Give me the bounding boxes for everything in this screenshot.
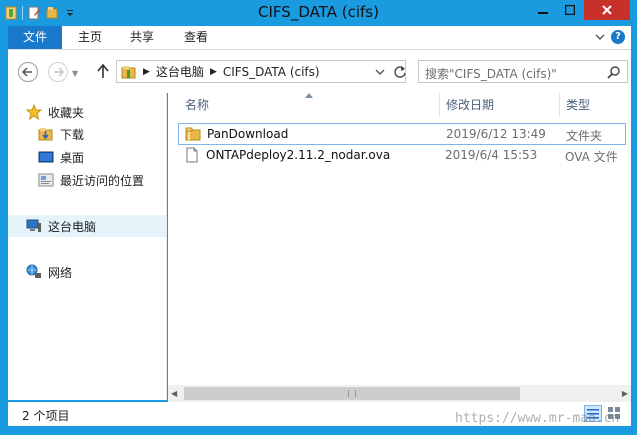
minimize-icon	[538, 12, 548, 14]
minimize-button[interactable]	[530, 0, 556, 20]
network-icon	[26, 264, 41, 278]
maximize-button[interactable]	[557, 0, 583, 20]
computer-icon	[26, 219, 41, 232]
close-button[interactable]	[584, 0, 630, 20]
search-placeholder: 搜索"CIFS_DATA (cifs)"	[425, 67, 557, 81]
address-dropdown-icon[interactable]	[375, 67, 385, 77]
breadcrumb-chevron-icon[interactable]: ▶	[143, 67, 150, 77]
nav-item-desktop[interactable]: 桌面	[38, 146, 84, 168]
watermark-text: https://www.mr-mao.cn	[455, 411, 620, 426]
recent-locations-dropdown-icon[interactable]: ▼	[72, 69, 78, 78]
tab-file[interactable]: 文件	[8, 26, 62, 49]
help-icon[interactable]: ?	[611, 30, 625, 44]
item-count: 2 个项目	[22, 409, 70, 423]
scroll-left-icon[interactable]: ◀	[171, 389, 177, 398]
back-button[interactable]	[18, 62, 38, 82]
address-box[interactable]: ▶ 这台电脑 ▶ CIFS_DATA (cifs)	[116, 60, 406, 83]
recent-places-icon	[38, 173, 54, 187]
breadcrumb-chevron-icon[interactable]: ▶	[210, 67, 217, 77]
file-type: OVA 文件	[565, 150, 618, 164]
nav-item-downloads[interactable]: 下载	[38, 123, 84, 145]
refresh-icon[interactable]	[393, 64, 407, 80]
expand-ribbon-chevron-icon[interactable]	[595, 32, 605, 42]
file-name: PanDownload	[207, 127, 289, 141]
search-icon[interactable]	[607, 65, 621, 79]
desktop-icon	[38, 151, 54, 163]
file-date: 2019/6/12 13:49	[446, 127, 546, 141]
file-name: ONTAPdeploy2.11.2_nodar.ova	[206, 148, 391, 162]
file-row[interactable]: PanDownload 2019/6/12 13:49 文件夹	[178, 123, 626, 145]
navigation-bar: ▼ ▶ 这台电脑 ▶ CIFS_DATA (cifs) 搜索"CIFS_DATA…	[8, 50, 631, 93]
close-icon	[602, 5, 612, 15]
scrollbar-thumb[interactable]	[184, 387, 520, 400]
navigation-pane: 收藏夹 下载 桌面 最近访问的位置 这台电脑 网络	[8, 93, 167, 400]
nav-item-network[interactable]: 网络	[26, 261, 72, 283]
back-arrow-icon	[21, 67, 32, 77]
file-icon	[186, 147, 198, 163]
star-icon	[26, 104, 42, 120]
sort-ascending-icon	[305, 93, 313, 98]
forward-button[interactable]	[48, 62, 68, 82]
download-folder-icon	[38, 128, 53, 141]
tab-view[interactable]: 查看	[174, 26, 218, 49]
scrollbar-grip-icon	[348, 390, 356, 397]
window-bottom-border	[0, 426, 637, 435]
folder-icon	[185, 127, 201, 141]
column-header-name[interactable]: 名称	[185, 93, 209, 117]
horizontal-scrollbar[interactable]: ◀ ▶	[168, 385, 631, 402]
file-type: 文件夹	[566, 129, 603, 143]
search-input[interactable]: 搜索"CIFS_DATA (cifs)"	[418, 60, 628, 83]
explorer-window: CIFS_DATA (cifs) 文件 主页 共享 查看 ? ▼ ▶ 这台电脑 …	[0, 0, 637, 435]
title-bar[interactable]: CIFS_DATA (cifs)	[0, 0, 637, 26]
up-arrow-icon[interactable]	[96, 63, 110, 79]
nav-item-recent-places[interactable]: 最近访问的位置	[38, 169, 144, 191]
ribbon-tabs: 文件 主页 共享 查看 ?	[8, 26, 631, 50]
tab-share[interactable]: 共享	[120, 26, 164, 49]
nav-item-favorites[interactable]: 收藏夹	[26, 101, 84, 123]
breadcrumb-this-pc[interactable]: 这台电脑	[156, 63, 204, 80]
column-divider[interactable]	[439, 93, 440, 117]
file-list-pane: 名称 修改日期 类型 PanDownload 2019/6/12 13:49 文…	[168, 93, 631, 400]
scroll-right-icon[interactable]: ▶	[622, 389, 628, 398]
column-divider[interactable]	[559, 93, 560, 117]
maximize-icon	[565, 5, 575, 15]
forward-arrow-icon	[54, 67, 65, 77]
drive-folder-icon	[121, 65, 136, 78]
column-header-type[interactable]: 类型	[566, 93, 590, 117]
breadcrumb-cifs-data[interactable]: CIFS_DATA (cifs)	[223, 65, 320, 79]
column-header-date[interactable]: 修改日期	[446, 93, 494, 117]
file-row[interactable]: ONTAPdeploy2.11.2_nodar.ova 2019/6/4 15:…	[178, 145, 626, 167]
tab-home[interactable]: 主页	[68, 26, 112, 49]
nav-item-this-pc[interactable]: 这台电脑	[8, 215, 166, 237]
file-date: 2019/6/4 15:53	[445, 148, 538, 162]
